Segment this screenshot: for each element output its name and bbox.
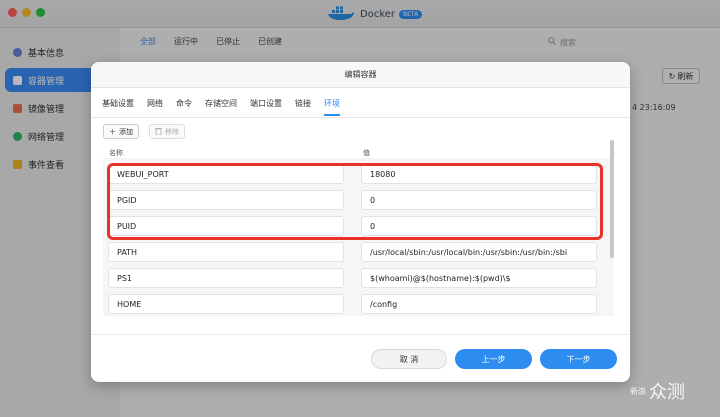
- next-step-button[interactable]: 下一步: [540, 349, 617, 369]
- list-scrollbar[interactable]: [610, 140, 614, 258]
- tab-links[interactable]: 链接: [295, 98, 311, 116]
- previous-step-button[interactable]: 上一步: [455, 349, 532, 369]
- dialog-tabs: 基础设置 网络 命令 存储空间 端口设置 链接 环境: [102, 98, 340, 116]
- env-row: PATH /usr/local/sbin:/usr/local/bin:/usr…: [103, 239, 614, 265]
- env-name-field[interactable]: PATH: [108, 242, 344, 262]
- cancel-button[interactable]: 取 消: [371, 349, 447, 369]
- tab-environment[interactable]: 环境: [324, 98, 340, 116]
- dialog-title: 编辑容器: [91, 62, 630, 88]
- env-value-field[interactable]: /config: [361, 294, 597, 314]
- env-name-field[interactable]: PS1: [108, 268, 344, 288]
- watermark: 新浪 众测: [630, 372, 716, 410]
- remove-variable-button[interactable]: 移除: [149, 124, 185, 139]
- remove-label: 移除: [165, 127, 179, 136]
- watermark-small-text: 新浪: [630, 386, 646, 396]
- annotation-highlight-box: [107, 163, 603, 240]
- env-value-field[interactable]: /usr/local/sbin:/usr/local/bin:/usr/sbin…: [361, 242, 597, 262]
- env-value-field[interactable]: $(whoami)@$(hostname):$(pwd)\$: [361, 268, 597, 288]
- tab-storage[interactable]: 存储空间: [205, 98, 237, 116]
- scrollbar-thumb[interactable]: [610, 140, 614, 258]
- env-row: HOME /config: [103, 291, 614, 317]
- add-variable-button[interactable]: ＋ 添加: [103, 124, 139, 139]
- env-name-field[interactable]: HOME: [108, 294, 344, 314]
- tab-ports[interactable]: 端口设置: [250, 98, 282, 116]
- column-header-name: 名称: [109, 149, 123, 157]
- edit-container-dialog: 编辑容器 基础设置 网络 命令 存储空间 端口设置 链接 环境 ＋ 添加 移除 …: [91, 62, 630, 382]
- tabs-divider: [91, 117, 630, 118]
- env-row: PS1 $(whoami)@$(hostname):$(pwd)\$: [103, 265, 614, 291]
- column-header-value: 值: [363, 149, 370, 157]
- tab-network[interactable]: 网络: [147, 98, 163, 116]
- watermark-text: 众测: [649, 382, 685, 403]
- add-label: 添加: [119, 127, 133, 136]
- tab-command[interactable]: 命令: [176, 98, 192, 116]
- tab-basic-settings[interactable]: 基础设置: [102, 98, 134, 116]
- footer-divider: [91, 334, 630, 335]
- plus-icon: ＋: [109, 127, 116, 136]
- trash-icon: [155, 127, 162, 137]
